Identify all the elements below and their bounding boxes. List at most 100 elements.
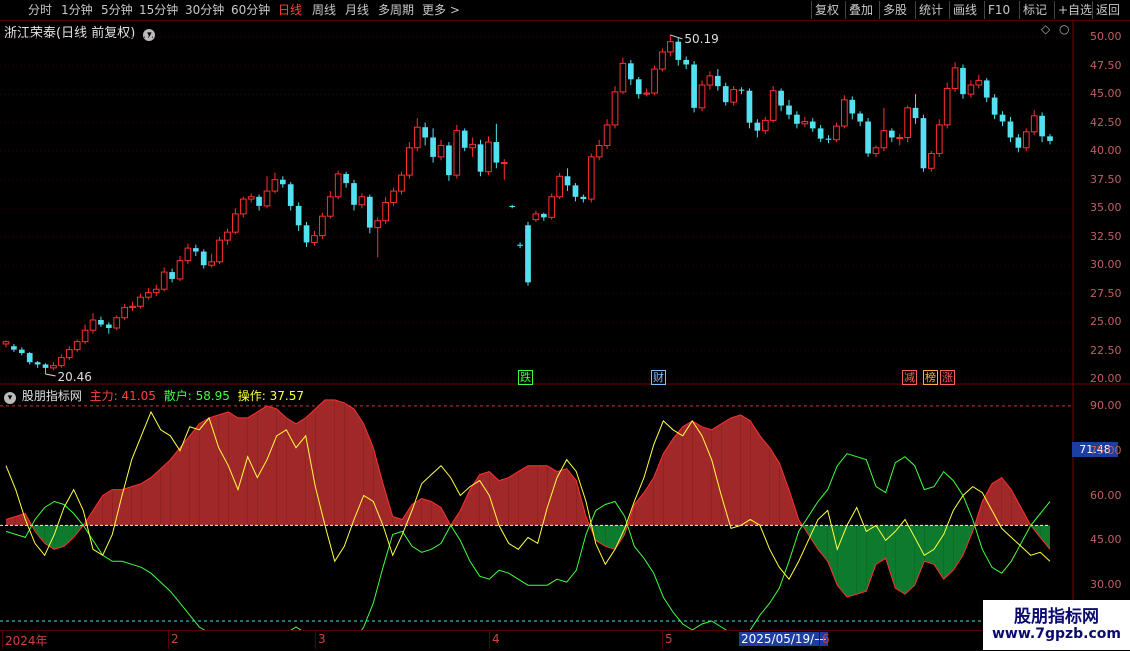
candle-body bbox=[872, 147, 880, 154]
period-tab-1[interactable]: 1分钟 bbox=[61, 2, 93, 18]
candle-body bbox=[572, 185, 579, 197]
main-force-area bbox=[750, 420, 760, 526]
main-force-area bbox=[296, 417, 306, 526]
time-tick bbox=[315, 631, 316, 649]
candle-body bbox=[256, 196, 262, 206]
main-force-area bbox=[1040, 525, 1050, 550]
candle-body bbox=[477, 144, 484, 172]
candle-body bbox=[627, 63, 634, 80]
event-marker[interactable]: 跌 bbox=[518, 370, 533, 385]
tool-button-4[interactable]: 画线 bbox=[949, 1, 980, 19]
time-tick bbox=[2, 631, 3, 649]
candle-body bbox=[121, 306, 128, 319]
price-axis-label: 35.00 bbox=[1090, 201, 1122, 215]
period-tab-2[interactable]: 5分钟 bbox=[101, 2, 133, 18]
candle-body bbox=[343, 173, 349, 184]
candle-body bbox=[540, 213, 547, 218]
main-force-area bbox=[286, 417, 296, 526]
tool-button-5[interactable]: F10 bbox=[984, 1, 1013, 19]
time-axis-label: 2 bbox=[171, 632, 179, 646]
event-marker[interactable]: 减 bbox=[902, 370, 917, 385]
event-marker[interactable]: 榜 bbox=[923, 370, 938, 385]
price-axis-label: 40.00 bbox=[1090, 144, 1122, 158]
candle-body bbox=[105, 324, 112, 328]
main-force-area bbox=[605, 525, 615, 550]
main-force-area bbox=[779, 462, 789, 526]
candle-body bbox=[461, 130, 468, 148]
period-tab-4[interactable]: 30分钟 bbox=[185, 2, 224, 18]
tool-button-6[interactable]: 标记 bbox=[1019, 1, 1050, 19]
period-tab-7[interactable]: 周线 bbox=[312, 2, 336, 18]
candle-body bbox=[145, 292, 152, 298]
candle-body bbox=[485, 141, 492, 173]
candle-body bbox=[326, 196, 334, 217]
main-force-area bbox=[170, 447, 180, 526]
period-tab-3[interactable]: 15分钟 bbox=[139, 2, 178, 18]
tool-button-7[interactable]: +自选 bbox=[1054, 1, 1095, 19]
candle-body bbox=[73, 341, 81, 351]
event-marker[interactable]: 涨 bbox=[940, 370, 955, 385]
main-force-area bbox=[421, 498, 432, 526]
main-force-area bbox=[325, 399, 335, 526]
event-marker[interactable]: 财 bbox=[651, 370, 666, 385]
candle-body bbox=[239, 198, 247, 215]
tool-button-0[interactable]: 复权 bbox=[811, 1, 842, 19]
tool-button-8[interactable]: 返回 bbox=[1092, 1, 1123, 19]
period-tab-0[interactable]: 分时 bbox=[28, 2, 52, 18]
candle-body bbox=[888, 130, 895, 138]
period-tab-6[interactable]: 日线 bbox=[278, 2, 302, 18]
main-force-value: 主力: 41.05 bbox=[89, 389, 156, 403]
price-axis-label: 22.50 bbox=[1090, 343, 1122, 357]
candle-body bbox=[517, 244, 523, 246]
main-force-area bbox=[924, 525, 934, 565]
period-tab-10[interactable]: 更多 > bbox=[422, 2, 460, 18]
tool-button-2[interactable]: 多股 bbox=[879, 1, 910, 19]
main-force-area bbox=[344, 402, 354, 526]
main-force-area bbox=[122, 486, 132, 526]
candle-body bbox=[42, 364, 49, 368]
main-force-area bbox=[334, 399, 345, 526]
main-force-area bbox=[876, 525, 886, 565]
candle-body bbox=[904, 107, 911, 138]
main-force-area bbox=[528, 465, 538, 526]
period-toolbar: 分时 1分钟 5分钟 15分钟 30分钟 60分钟 日线 周线 月线 多周期 更多 > 复权 叠加 多股统… bbox=[0, 0, 1130, 21]
main-force-area bbox=[702, 426, 712, 526]
main-force-area bbox=[64, 525, 74, 547]
candle-body bbox=[801, 121, 809, 125]
main-force-area bbox=[856, 525, 867, 595]
candle-body bbox=[422, 127, 429, 138]
indicator-name[interactable]: 股朋指标网 bbox=[22, 389, 82, 403]
main-force-area bbox=[508, 471, 519, 526]
main-force-area bbox=[1011, 489, 1021, 526]
watermark-url: www.7gpzb.com bbox=[991, 626, 1121, 642]
main-force-area bbox=[141, 477, 151, 526]
candle-body bbox=[896, 136, 904, 139]
indicator-chart[interactable] bbox=[0, 385, 1130, 630]
candle-body bbox=[437, 144, 445, 158]
candle-body bbox=[58, 357, 65, 367]
candle-body bbox=[263, 190, 271, 207]
candle-body bbox=[935, 124, 943, 154]
main-force-area bbox=[992, 477, 1002, 526]
time-axis-label[interactable]: 2025/05/19/— bbox=[739, 632, 829, 646]
tool-button-3[interactable]: 统计 bbox=[915, 1, 946, 19]
time-tick bbox=[819, 631, 820, 649]
candle-body bbox=[469, 143, 476, 149]
period-tab-8[interactable]: 月线 bbox=[345, 2, 369, 18]
candle-body bbox=[232, 213, 239, 233]
price-chart[interactable] bbox=[0, 20, 1130, 385]
candle-body bbox=[26, 353, 33, 363]
candle-body bbox=[2, 341, 10, 345]
period-tab-9[interactable]: 多周期 bbox=[378, 2, 414, 18]
candle-body bbox=[279, 179, 286, 185]
period-tab-5[interactable]: 60分钟 bbox=[231, 2, 270, 18]
candle-body bbox=[722, 86, 729, 103]
operation-value: 操作: 37.57 bbox=[237, 389, 304, 403]
tool-button-1[interactable]: 叠加 bbox=[845, 1, 876, 19]
candle-body bbox=[833, 125, 840, 141]
candle-body bbox=[129, 305, 136, 308]
candle-body bbox=[991, 97, 998, 115]
main-force-area bbox=[673, 426, 683, 526]
main-force-area bbox=[112, 489, 122, 526]
chevron-down-icon[interactable]: ▾ bbox=[4, 392, 16, 404]
